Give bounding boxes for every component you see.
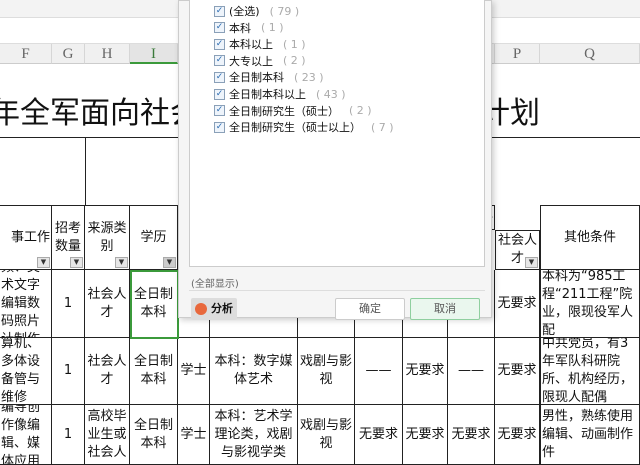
- header-other: 其他条件: [540, 205, 640, 270]
- option-label: 全日制研究生（硕士）: [229, 104, 339, 118]
- pie-chart-icon: [195, 303, 207, 315]
- checkbox-checked-icon[interactable]: ✓: [214, 55, 225, 67]
- checkbox-checked-icon[interactable]: ✓: [214, 88, 225, 100]
- checkbox-checked-icon[interactable]: ✓: [214, 38, 225, 50]
- selected-cell: [130, 270, 179, 339]
- cell-other[interactable]: 中共党员，有3年军队科研院所、机构经历，限现人配偶: [540, 338, 640, 405]
- checkbox-checked-icon[interactable]: ✓: [214, 22, 225, 34]
- cell-social[interactable]: 无要求: [495, 270, 540, 338]
- cell-degree[interactable]: 学士: [178, 338, 210, 405]
- cell-source[interactable]: 社会人才: [85, 270, 130, 338]
- filter-dropdown[interactable]: ▼: [70, 257, 83, 268]
- option-label: 大专以上: [229, 54, 273, 68]
- cell-count[interactable]: 1: [52, 405, 85, 465]
- header-social: 社会人才 ▼: [495, 230, 540, 270]
- column-header-i[interactable]: I: [130, 44, 178, 64]
- filter-dropdown[interactable]: ▼: [115, 257, 128, 268]
- checkbox-checked-icon[interactable]: ✓: [214, 121, 225, 133]
- sheet-title: 年全军面向社会: [0, 88, 200, 132]
- header-work: 事工作 ▼: [0, 205, 52, 270]
- filter-dialog: ✓ (全选)( 79 ) ✓ 本科( 1 ) ✓ 本科以上( 1 ) ✓ 大专以上( 2 ) ✓…: [178, 0, 492, 320]
- cell-c2[interactable]: 无要求: [403, 405, 448, 465]
- cell-c3[interactable]: 无要求: [448, 405, 495, 465]
- cell-source[interactable]: 社会人才: [85, 338, 130, 405]
- ok-button[interactable]: 确定: [335, 298, 405, 320]
- filter-option[interactable]: ✓ 本科 ( 1 ): [214, 20, 284, 36]
- column-header-f[interactable]: F: [0, 44, 52, 64]
- option-count: ( 2 ): [349, 104, 372, 118]
- option-count: ( 43 ): [316, 87, 346, 101]
- option-count: ( 2 ): [283, 54, 306, 68]
- title-left: 年全军面向社会: [0, 96, 200, 131]
- filter-option[interactable]: ✓ 大专以上 ( 2 ): [214, 53, 306, 69]
- divider: [189, 290, 485, 291]
- cell-edu[interactable]: 全日制本科: [130, 405, 178, 465]
- option-label: (全选): [229, 5, 260, 18]
- column-header-h[interactable]: H: [85, 44, 130, 64]
- cell-other[interactable]: 本科为“985工程“211工程”院业，限现役军人配: [540, 270, 640, 338]
- cell-social[interactable]: 无要求: [495, 405, 540, 465]
- option-count: ( 1 ): [283, 37, 306, 51]
- cell-c1[interactable]: ——: [355, 338, 403, 405]
- option-count: ( 7 ): [371, 120, 394, 134]
- filter-option[interactable]: ✓ 全日制研究生（硕士） ( 2 ): [214, 103, 372, 119]
- column-header-q[interactable]: Q: [540, 44, 640, 64]
- cell-major[interactable]: 本科：艺术学理论类，戏剧与影视学类: [210, 405, 298, 465]
- option-label: 本科以上: [229, 38, 273, 52]
- cell-social[interactable]: 无要求: [495, 338, 540, 405]
- filter-option[interactable]: ✓ 全日制本科以上 ( 43 ): [214, 86, 346, 102]
- cell-subject[interactable]: 戏剧与影视: [298, 405, 355, 465]
- show-all-link[interactable]: (全部显示): [191, 275, 239, 290]
- cell-subject[interactable]: 戏剧与影视: [298, 338, 355, 405]
- cell-count[interactable]: 1: [52, 270, 85, 338]
- option-label: 本科: [229, 21, 251, 35]
- filter-option[interactable]: ✓ 全日制本科 ( 23 ): [214, 69, 324, 85]
- option-label: 全日制研究生（硕士以上）: [229, 121, 361, 135]
- divider: [85, 137, 86, 205]
- header-count: 招考数量 ▼: [52, 205, 85, 270]
- cell-work[interactable]: 频、美术文字编辑数码照片计制作: [0, 270, 52, 338]
- option-count: ( 1 ): [261, 21, 284, 35]
- column-header-g[interactable]: G: [52, 44, 85, 64]
- checkbox-checked-icon[interactable]: ✓: [214, 71, 225, 83]
- cell-source[interactable]: 高校毕业生或社会人: [85, 405, 130, 465]
- cell-work[interactable]: 编导创作像编辑、媒体应用: [0, 405, 52, 465]
- cell-c1[interactable]: 无要求: [355, 405, 403, 465]
- cell-work[interactable]: 算机、多体设备管与维修: [0, 338, 52, 405]
- cell-other[interactable]: 男性，熟练使用编辑、动画制作件: [540, 405, 640, 465]
- cell-c3[interactable]: ——: [448, 338, 495, 405]
- cell-major[interactable]: 本科：数字媒体艺术: [210, 338, 298, 405]
- option-label: 全日制本科以上: [229, 88, 306, 101]
- filter-dropdown[interactable]: ▼: [37, 257, 50, 268]
- checkbox-checked-icon[interactable]: ✓: [214, 5, 225, 17]
- filter-list[interactable]: ✓ (全选)( 79 ) ✓ 本科( 1 ) ✓ 本科以上( 1 ) ✓ 大专以上( 2 ) ✓…: [189, 0, 485, 267]
- filter-dropdown[interactable]: ▼: [525, 257, 538, 268]
- checkbox-checked-icon[interactable]: ✓: [214, 105, 225, 117]
- cell-degree[interactable]: 学士: [178, 405, 210, 465]
- filter-option[interactable]: ✓ 全日制研究生（硕士以上） ( 7 ): [214, 119, 394, 135]
- filter-option[interactable]: ✓ 本科以上 ( 1 ): [214, 36, 306, 52]
- cell-count[interactable]: 1: [52, 338, 85, 405]
- cell-c2[interactable]: 无要求: [403, 338, 448, 405]
- analyze-button[interactable]: 分析: [191, 298, 237, 320]
- cell-edu[interactable]: 全日制本科: [130, 338, 178, 405]
- option-count: ( 79 ): [269, 4, 300, 18]
- header-edu: 学历 ▼: [130, 205, 178, 270]
- filter-dropdown-active[interactable]: ▼: [163, 257, 176, 268]
- header-source: 来源类别 ▼: [85, 205, 130, 270]
- column-header-p[interactable]: P: [495, 44, 540, 64]
- cancel-button[interactable]: 取消: [410, 298, 480, 320]
- option-label: 全日制本科: [229, 71, 284, 85]
- filter-option[interactable]: ✓ (全选) ( 79 ): [214, 3, 299, 19]
- option-count: ( 23 ): [294, 70, 324, 84]
